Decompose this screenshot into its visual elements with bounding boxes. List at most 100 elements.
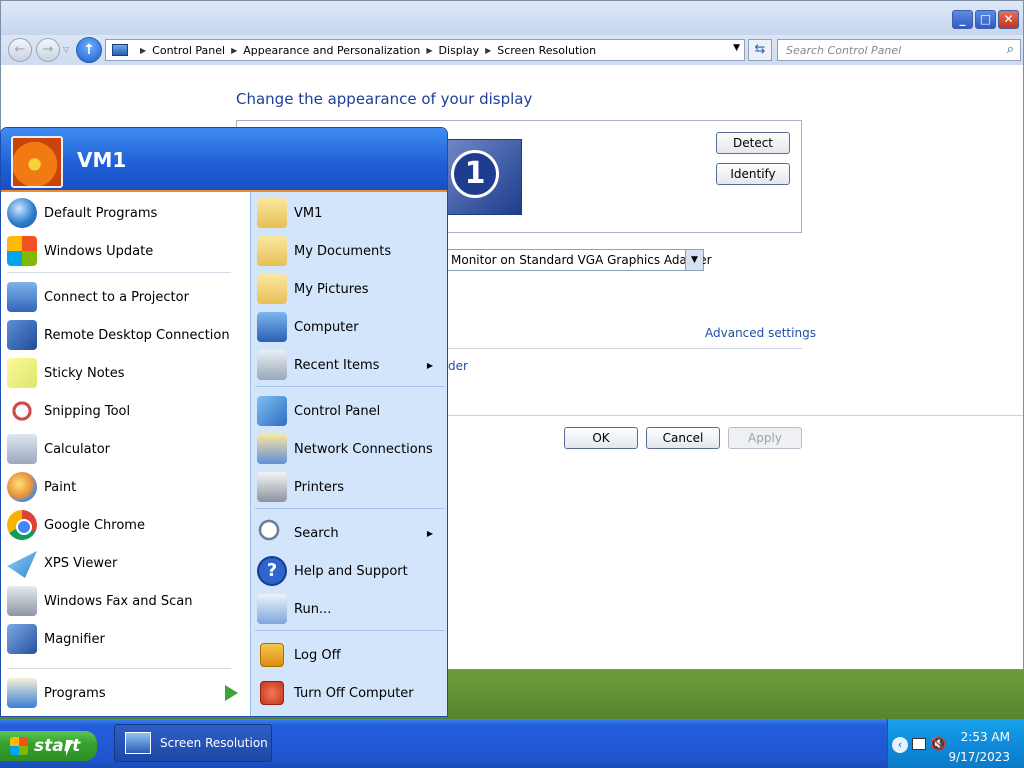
search-input[interactable]: Search Control Panel ⌕ — [777, 39, 1021, 61]
menu-item-my-documents[interactable]: My Documents — [257, 234, 391, 268]
navigation-bar: ← → ▽ ↑ ▶ Control Panel ▶ Appearance and P… — [1, 35, 1023, 65]
menu-item-fax-scan[interactable]: Windows Fax and Scan — [7, 584, 192, 618]
cancel-button[interactable]: Cancel — [646, 427, 720, 449]
network-connections-icon — [257, 434, 287, 464]
menu-item-sticky-notes[interactable]: Sticky Notes — [7, 356, 125, 390]
menu-item-turn-off[interactable]: Turn Off Computer — [257, 676, 414, 710]
submenu-arrow-icon: ▶ — [426, 528, 433, 538]
help-icon: ? — [257, 556, 287, 586]
printers-icon — [257, 472, 287, 502]
documents-folder-icon — [257, 236, 287, 266]
programs-arrow-icon[interactable] — [225, 685, 238, 701]
refresh-button[interactable]: ⇆ — [748, 39, 772, 61]
start-menu: VM1 Default Programs Windows Update Conn… — [0, 127, 448, 717]
menu-item-label: My Documents — [294, 243, 392, 259]
menu-item-label: Network Connections — [294, 441, 433, 457]
projector-icon — [7, 282, 37, 312]
breadcrumb-control-panel[interactable]: Control Panel — [152, 44, 225, 57]
menu-item-vm1-folder[interactable]: VM1 — [257, 196, 322, 230]
menu-item-label: VM1 — [294, 205, 323, 221]
menu-item-programs[interactable]: Programs — [7, 676, 247, 710]
identify-button[interactable]: Identify — [716, 163, 790, 185]
breadcrumb-display[interactable]: Display — [439, 44, 480, 57]
menu-item-connect-projector[interactable]: Connect to a Projector — [7, 280, 189, 314]
menu-item-network-connections[interactable]: Network Connections — [257, 432, 433, 466]
clock-date: 9/17/2023 — [948, 750, 1010, 764]
snipping-tool-icon — [7, 396, 37, 426]
menu-item-computer[interactable]: Computer — [257, 310, 359, 344]
clock-time: 2:53 AM — [960, 730, 1010, 744]
run-icon — [257, 594, 287, 624]
menu-item-default-programs[interactable]: Default Programs — [7, 196, 157, 230]
apply-button: Apply — [728, 427, 802, 449]
power-icon — [260, 681, 284, 705]
windows-update-icon — [7, 236, 37, 266]
minimize-button[interactable]: _ — [952, 10, 973, 29]
menu-item-label: Log Off — [294, 647, 341, 663]
breadcrumb-arrow-icon: ▶ — [231, 45, 238, 55]
detect-button[interactable]: Detect — [716, 132, 790, 154]
clock[interactable]: 2:53 AM 9/17/2023 — [948, 727, 1010, 767]
menu-item-remote-desktop[interactable]: Remote Desktop Connection — [7, 318, 230, 352]
refresh-icon: ⇆ — [754, 42, 766, 57]
divider — [448, 415, 1023, 416]
show-hidden-icons-chevron-icon[interactable]: ‹ — [892, 737, 908, 753]
menu-item-control-panel[interactable]: Control Panel — [257, 394, 380, 428]
separator — [255, 508, 445, 509]
menu-item-label: Help and Support — [294, 563, 408, 579]
system-tray: ‹ 🔇 2:53 AM 9/17/2023 — [887, 719, 1024, 768]
start-menu-header: VM1 — [1, 128, 447, 192]
menu-item-recent-items[interactable]: Recent Items ▶ — [257, 348, 443, 382]
search-icon[interactable]: ⌕ — [1007, 42, 1014, 57]
title-bar[interactable]: _ □ ✕ — [1, 1, 1023, 35]
taskbar-item-screen-resolution[interactable]: Screen Resolution — [114, 724, 272, 762]
menu-item-google-chrome[interactable]: Google Chrome — [7, 508, 145, 542]
back-button[interactable]: ← — [8, 38, 32, 62]
default-programs-icon — [7, 198, 37, 228]
taskbar-item-label: Screen Resolution — [160, 736, 268, 750]
menu-item-xps-viewer[interactable]: XPS Viewer — [7, 546, 117, 580]
menu-item-printers[interactable]: Printers — [257, 470, 344, 504]
recent-pages-chevron-icon[interactable]: ▽ — [63, 45, 69, 54]
menu-item-windows-update[interactable]: Windows Update — [7, 234, 153, 268]
user-avatar[interactable] — [11, 136, 63, 188]
menu-item-snipping-tool[interactable]: Snipping Tool — [7, 394, 130, 428]
menu-item-log-off[interactable]: Log Off — [257, 638, 341, 672]
maximize-button[interactable]: □ — [975, 10, 996, 29]
computer-icon — [112, 44, 128, 56]
ok-button[interactable]: OK — [564, 427, 638, 449]
taskbar: start Screen Resolution ‹ 🔇 2:53 AM 9/17… — [0, 719, 1024, 768]
start-button[interactable]: start — [0, 731, 97, 761]
volume-muted-icon[interactable]: 🔇 — [930, 737, 946, 752]
menu-item-help-support[interactable]: ? Help and Support — [257, 554, 408, 588]
menu-item-label: Recent Items — [294, 357, 380, 373]
address-bar[interactable]: ▶ Control Panel ▶ Appearance and Personali… — [105, 39, 745, 61]
remote-desktop-icon — [7, 320, 37, 350]
menu-item-label: Printers — [294, 479, 345, 495]
menu-item-calculator[interactable]: Calculator — [7, 432, 110, 466]
partial-link[interactable]: der — [448, 359, 468, 373]
close-button[interactable]: ✕ — [998, 10, 1019, 29]
menu-item-search[interactable]: Search ▶ — [257, 516, 443, 550]
breadcrumb-appearance[interactable]: Appearance and Personalization — [243, 44, 420, 57]
separator — [7, 668, 231, 669]
address-dropdown-icon[interactable]: ▼ — [733, 43, 740, 53]
menu-item-my-pictures[interactable]: My Pictures — [257, 272, 369, 306]
breadcrumb-screen-resolution[interactable]: Screen Resolution — [497, 44, 596, 57]
chevron-down-icon[interactable]: ▼ — [685, 250, 703, 270]
user-name: VM1 — [77, 148, 127, 172]
up-button[interactable]: ↑ — [76, 37, 102, 63]
network-tray-icon[interactable] — [912, 738, 926, 750]
separator — [255, 386, 445, 387]
advanced-settings-link[interactable]: Advanced settings — [705, 326, 816, 340]
mouse-cursor-icon — [65, 739, 74, 757]
display-select[interactable]: Monitor on Standard VGA Graphics Adapter… — [446, 249, 712, 271]
menu-item-paint[interactable]: Paint — [7, 470, 76, 504]
monitor-1-tile[interactable]: 1 — [446, 139, 522, 215]
breadcrumb-arrow-icon: ▶ — [485, 45, 492, 55]
forward-button[interactable]: → — [36, 38, 60, 62]
menu-item-label: Computer — [294, 319, 359, 335]
up-arrow-icon: ↑ — [83, 42, 95, 58]
menu-item-magnifier[interactable]: Magnifier — [7, 622, 105, 656]
menu-item-run[interactable]: Run... — [257, 592, 331, 626]
